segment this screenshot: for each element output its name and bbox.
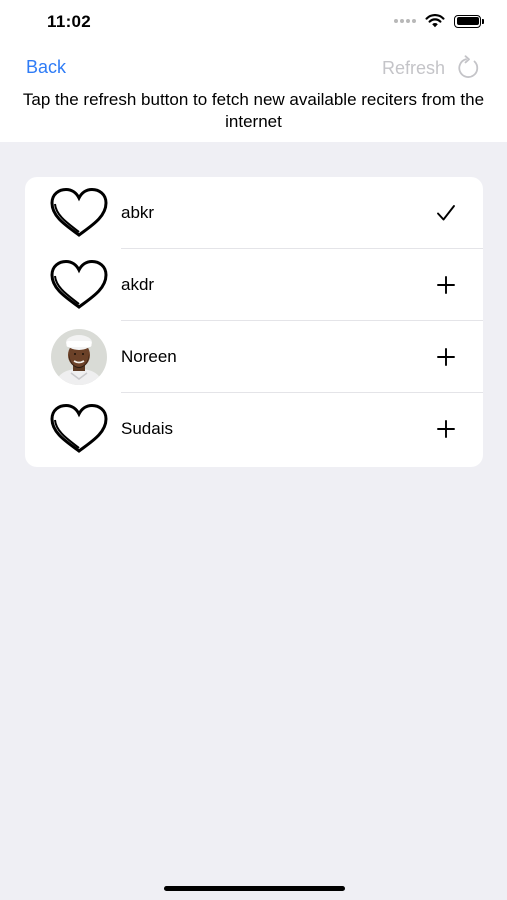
list-item[interactable]: Noreen — [25, 321, 483, 393]
reciter-image — [49, 401, 109, 457]
list-item[interactable]: akdr — [25, 249, 483, 321]
reciter-name: akdr — [121, 275, 155, 294]
checkmark-icon[interactable] — [435, 202, 457, 224]
cellular-signal-icon — [394, 19, 416, 23]
plus-icon[interactable] — [435, 346, 457, 368]
battery-icon — [454, 14, 484, 28]
heart-icon — [50, 260, 108, 309]
heart-icon — [50, 404, 108, 453]
refresh-button[interactable]: Refresh — [382, 55, 481, 81]
reciter-name: Noreen — [121, 347, 177, 366]
reciter-image — [49, 329, 109, 385]
reciter-name: abkr — [121, 203, 155, 222]
instruction-text: Tap the refresh button to fetch new avai… — [22, 90, 485, 131]
heart-icon — [50, 188, 108, 237]
home-indicator[interactable] — [164, 886, 345, 891]
wifi-icon — [425, 14, 445, 28]
refresh-icon — [458, 55, 479, 78]
list-item[interactable]: Sudais — [25, 393, 483, 465]
refresh-label: Refresh — [381, 57, 445, 78]
list-item[interactable]: abkr — [25, 177, 483, 249]
plus-icon[interactable] — [435, 274, 457, 296]
reciter-list: abkr akdr Noreen Sudais — [25, 177, 483, 467]
reciter-image — [49, 257, 109, 313]
status-time: 11:02 — [47, 12, 92, 31]
screen: 11:02 Back Refresh Tap the refresh butto… — [0, 0, 507, 900]
reciter-name: Sudais — [121, 419, 173, 438]
reciter-image — [49, 185, 109, 241]
status-icons — [394, 14, 484, 28]
back-button[interactable]: Back — [26, 57, 66, 78]
plus-icon[interactable] — [435, 418, 457, 440]
avatar — [51, 329, 107, 385]
